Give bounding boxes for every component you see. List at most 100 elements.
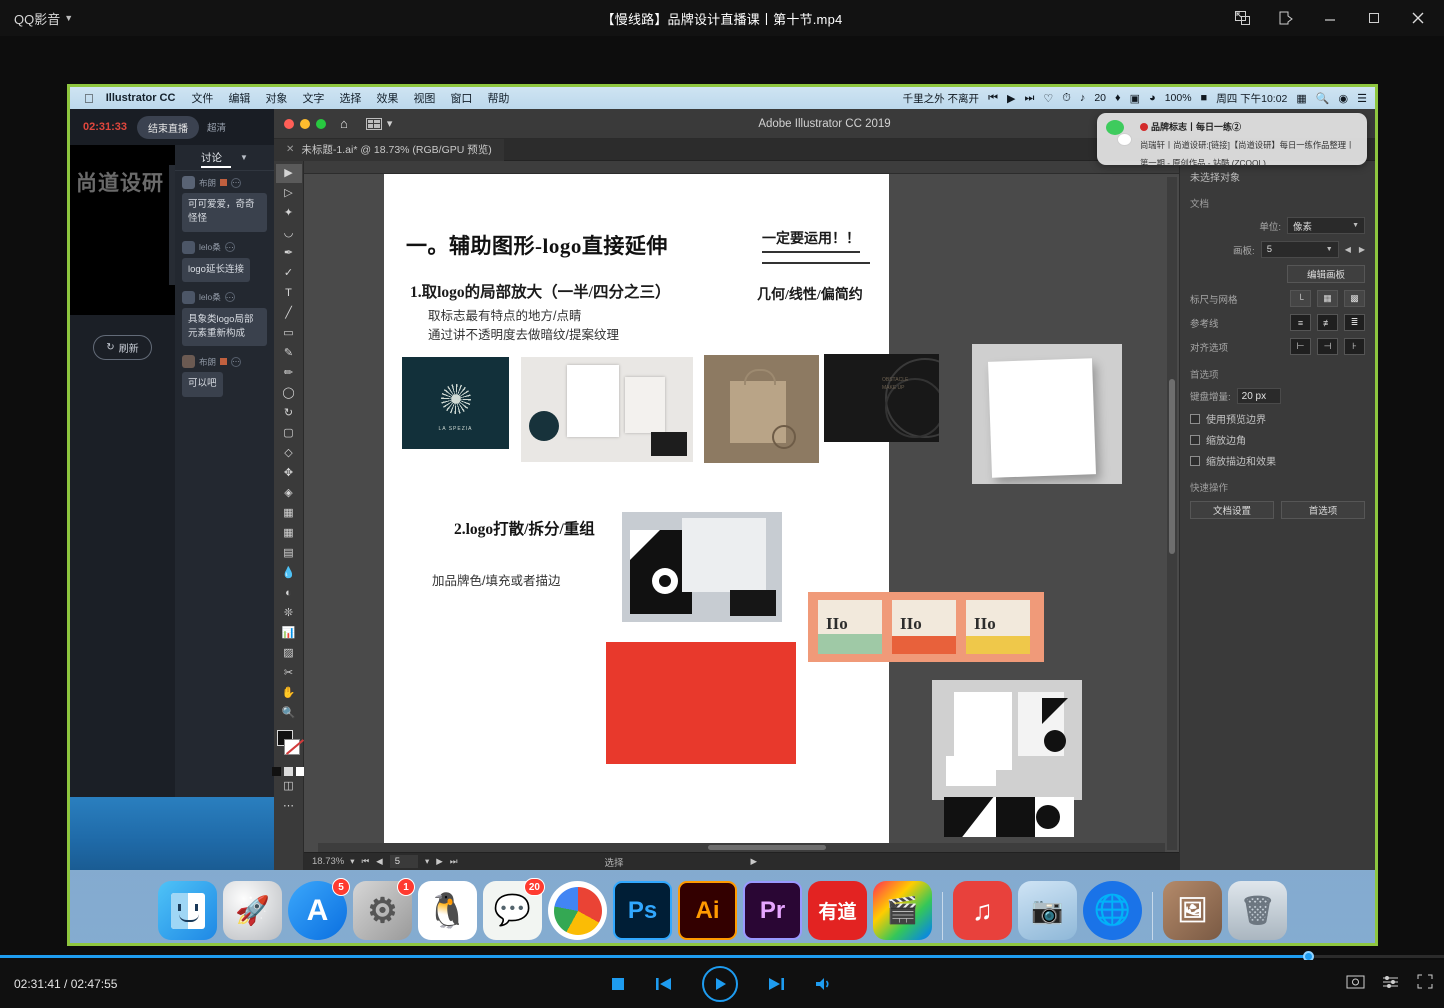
checkbox-icon[interactable] bbox=[1190, 414, 1200, 424]
close-icon[interactable] bbox=[1398, 3, 1438, 33]
fill-stroke-swatches[interactable] bbox=[276, 730, 302, 764]
dock-item-illustrator[interactable]: Ai bbox=[678, 881, 737, 940]
menu-window[interactable]: 窗口 bbox=[450, 90, 472, 106]
previous-button[interactable] bbox=[655, 976, 673, 992]
previous-artboard-icon[interactable]: ◀ bbox=[1345, 245, 1351, 254]
dock-item-system-preferences[interactable]: ⚙ 1 bbox=[353, 881, 412, 940]
cast-icon[interactable] bbox=[1266, 3, 1306, 33]
display-icon[interactable]: ▣ bbox=[1130, 92, 1140, 105]
play-icon[interactable]: ▶ bbox=[1007, 92, 1015, 105]
zoom-tool[interactable]: 🔍 bbox=[276, 704, 302, 723]
scale-strokes-checkbox[interactable]: 缩放描边和效果 bbox=[1190, 453, 1365, 468]
scale-corners-checkbox[interactable]: 缩放边角 bbox=[1190, 432, 1365, 447]
dock-item-finder[interactable] bbox=[158, 881, 217, 940]
dock-item-netease-music[interactable]: ♫ bbox=[953, 881, 1012, 940]
dock-item-recent-stack[interactable]: 🖼 bbox=[1163, 881, 1222, 940]
artboard-select[interactable]: 5 ▼ bbox=[1261, 241, 1339, 258]
maximize-icon[interactable] bbox=[1354, 3, 1394, 33]
symbol-sprayer-tool[interactable]: ❊ bbox=[276, 604, 302, 623]
blend-tool[interactable]: ◐ bbox=[276, 584, 302, 603]
heart-icon[interactable]: ♡ bbox=[1043, 92, 1053, 105]
traffic-lights[interactable] bbox=[284, 119, 326, 129]
reply-icon[interactable]: ⋯ bbox=[231, 178, 241, 188]
menu-effect[interactable]: 效果 bbox=[376, 90, 398, 106]
zoom-icon[interactable] bbox=[316, 119, 326, 129]
vertical-scrollbar[interactable] bbox=[1167, 177, 1177, 850]
play-button[interactable] bbox=[702, 966, 738, 1002]
fullscreen-icon[interactable] bbox=[1416, 973, 1434, 995]
menu-object[interactable]: 对象 bbox=[265, 90, 287, 106]
next-track-icon[interactable]: ⏭ bbox=[1024, 92, 1034, 105]
dock-item-app-store[interactable]: A 5 bbox=[288, 881, 347, 940]
next-button[interactable] bbox=[767, 976, 785, 992]
pen-tool[interactable]: ✒ bbox=[276, 244, 302, 263]
eyedropper-tool[interactable]: 💧 bbox=[276, 564, 302, 583]
equalizer-icon[interactable] bbox=[1381, 973, 1400, 995]
illustrator-canvas[interactable]: 一。辅助图形-logo直接延伸 一定要运用！！ 几何/线性/偏简约 1.取log… bbox=[304, 161, 1179, 870]
chevron-down-icon[interactable]: ▾ bbox=[425, 856, 429, 867]
selection-tool[interactable]: ▶ bbox=[276, 164, 302, 183]
rulers-icon[interactable]: └ bbox=[1290, 290, 1311, 307]
apple-logo-icon[interactable]:  bbox=[84, 91, 94, 106]
dock-item-chrome[interactable] bbox=[548, 881, 607, 940]
discussion-tab[interactable]: 讨论 ▼ bbox=[175, 145, 274, 171]
video-stage[interactable]:  Illustrator CC 文件 编辑 对象 文字 选择 效果 视图 窗口… bbox=[0, 36, 1444, 956]
stream-quality-label[interactable]: 超清 bbox=[207, 120, 226, 134]
previous-artboard-button[interactable]: ◀ bbox=[376, 856, 383, 867]
picture-in-picture-icon[interactable] bbox=[1222, 3, 1262, 33]
dock-item-qq[interactable]: 🐧 bbox=[418, 881, 477, 940]
calendar-icon[interactable]: ▦ bbox=[1296, 92, 1306, 105]
dropbox-icon[interactable]: ♦ bbox=[1115, 92, 1121, 104]
rotate-tool[interactable]: ↻ bbox=[276, 404, 302, 423]
menubar-app-name[interactable]: Illustrator CC bbox=[106, 92, 176, 104]
next-artboard-icon[interactable]: ▶ bbox=[1359, 245, 1365, 254]
edit-artboards-button[interactable]: 编辑画板 bbox=[1287, 265, 1365, 283]
checkbox-icon[interactable] bbox=[1190, 456, 1200, 466]
minimize-icon[interactable] bbox=[300, 119, 310, 129]
dock-item-preview[interactable]: 📷 bbox=[1018, 881, 1077, 940]
dock-item-premiere[interactable]: Pr bbox=[743, 881, 802, 940]
curvature-tool[interactable]: ✓ bbox=[276, 264, 302, 283]
snap-to-point-icon[interactable]: ⊢ bbox=[1290, 338, 1311, 355]
discussion-message-list[interactable]: 布朗 ⋯ 可可爱爱，奇奇怪怪 lelo桑 ⋯ bbox=[175, 171, 274, 805]
gradient-tool[interactable]: ▤ bbox=[276, 544, 302, 563]
free-transform-tool[interactable]: ✥ bbox=[276, 464, 302, 483]
dock-item-qq-browser[interactable]: 🌐 bbox=[1083, 881, 1142, 940]
keyboard-increment-input[interactable]: 20 px bbox=[1237, 388, 1281, 404]
slice-tool[interactable]: ✂ bbox=[276, 664, 302, 683]
reply-icon[interactable]: ⋯ bbox=[225, 292, 235, 302]
artboard-tool[interactable]: ▨ bbox=[276, 644, 302, 663]
color-mode-swatches[interactable] bbox=[272, 767, 305, 776]
line-tool[interactable]: ╱ bbox=[276, 304, 302, 323]
macos-notification[interactable]: 品牌标志丨每日一练② 尚瑞轩丨尚道设研:[链接]【尚道设研】每日一练作品整理丨第… bbox=[1097, 113, 1367, 165]
show-guides-icon[interactable]: ≡ bbox=[1290, 314, 1311, 331]
control-center-icon[interactable]: ☰ bbox=[1357, 92, 1367, 105]
shape-builder-tool[interactable]: ◈ bbox=[276, 484, 302, 503]
document-tab[interactable]: ✕ 未标题-1.ai* @ 18.73% (RGB/GPU 预览) bbox=[274, 139, 504, 161]
width-tool[interactable]: ◇ bbox=[276, 444, 302, 463]
smart-guides-icon[interactable]: ≣ bbox=[1344, 314, 1365, 331]
stop-button[interactable] bbox=[610, 976, 626, 992]
direct-selection-tool[interactable]: ▷ bbox=[276, 184, 302, 203]
last-artboard-button[interactable]: ⏭ bbox=[450, 856, 458, 867]
artboard[interactable]: 一。辅助图形-logo直接延伸 一定要运用！！ 几何/线性/偏简约 1.取log… bbox=[384, 174, 889, 852]
chevron-down-icon[interactable]: ▾ bbox=[350, 856, 354, 867]
first-artboard-button[interactable]: ⏮ bbox=[362, 856, 370, 867]
lock-guides-icon[interactable]: ≢ bbox=[1317, 314, 1338, 331]
arrange-documents-button[interactable]: ▾ bbox=[366, 117, 393, 130]
end-live-button[interactable]: 结束直播 bbox=[137, 116, 199, 139]
rectangle-tool[interactable]: ▭ bbox=[276, 324, 302, 343]
artboard-number[interactable]: 5 bbox=[390, 855, 418, 868]
eraser-tool[interactable]: ◯ bbox=[276, 384, 302, 403]
transparency-grid-icon[interactable]: ▩ bbox=[1344, 290, 1365, 307]
stroke-swatch[interactable] bbox=[284, 739, 300, 755]
preferences-button[interactable]: 首选项 bbox=[1281, 501, 1365, 519]
clock-icon[interactable]: ⏱ bbox=[1062, 92, 1071, 105]
close-icon[interactable]: ✕ bbox=[286, 144, 294, 155]
perspective-grid-tool[interactable]: ▦ bbox=[276, 504, 302, 523]
snapshot-icon[interactable] bbox=[1346, 973, 1365, 995]
status-menu-icon[interactable]: ▶ bbox=[751, 856, 758, 867]
unit-select[interactable]: 像素 ▼ bbox=[1287, 217, 1365, 234]
next-artboard-button[interactable]: ▶ bbox=[436, 856, 443, 867]
menu-edit[interactable]: 编辑 bbox=[228, 90, 250, 106]
